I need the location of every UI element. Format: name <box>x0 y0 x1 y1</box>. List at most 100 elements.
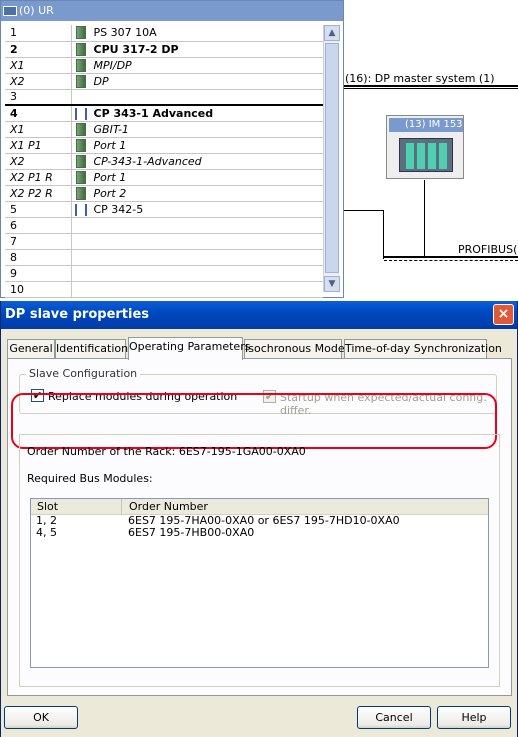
help-button[interactable]: Help <box>437 706 511 729</box>
bus-modules-table[interactable]: Slot Order Number 1, 2 6ES7 195-7HA00-0X… <box>30 498 489 668</box>
rack-slot-table: 1 PS 307 10A 2 CPU 317-2 DP X1 MPI/DP X2 DP 3 4 CP… <box>5 25 323 298</box>
rack-module-name: CPU 317-2 DP <box>93 42 179 56</box>
rack-module-name: DP <box>93 74 109 88</box>
rack-module-cell[interactable]: Port 1 <box>71 137 323 154</box>
rack-slot-row[interactable]: 8 <box>5 249 323 266</box>
scroll-down-icon[interactable]: ▼ <box>324 276 340 292</box>
rack-slot-row[interactable]: X2 P1 R Port 1 <box>5 169 323 186</box>
rack-module-name: CP 343-1 Advanced <box>93 106 214 120</box>
rack-module-cell[interactable] <box>71 249 323 266</box>
rack-window-title: (0) UR <box>19 4 54 17</box>
scrollbar-thumb[interactable] <box>325 43 339 273</box>
rack-module-cell[interactable]: CPU 317-2 DP <box>71 41 323 58</box>
tab-general[interactable]: General <box>7 339 55 359</box>
rack-module-cell[interactable] <box>71 233 323 250</box>
rack-module-cell[interactable]: Port 1 <box>71 169 323 186</box>
rack-slot-row[interactable]: 2 CPU 317-2 DP <box>5 41 323 58</box>
column-divider[interactable] <box>121 499 122 515</box>
rack-slot-number: 2 <box>5 41 72 58</box>
dp-slave-properties-dialog: DP slave properties × General Identifica… <box>0 301 518 737</box>
rack-slot-number: X2 P1 R <box>5 169 72 186</box>
table-row[interactable]: 1, 2 6ES7 195-7HA00-0XA0 or 6ES7 195-7HD… <box>31 515 488 527</box>
rack-module-cell[interactable] <box>71 89 323 106</box>
rack-module-cell[interactable] <box>71 281 323 298</box>
rack-slot-row[interactable]: X2 P2 R Port 2 <box>5 185 323 202</box>
rack-slot-number: 9 <box>5 265 72 282</box>
dialog-title: DP slave properties <box>5 307 150 322</box>
rack-slot-number: X2 P2 R <box>5 185 72 202</box>
tab-time-of-day-synchronization-label: Time-of-day Synchronization <box>345 342 502 355</box>
cancel-button[interactable]: Cancel <box>357 706 431 729</box>
cancel-button-label: Cancel <box>375 711 413 724</box>
rack-window-titlebar[interactable]: (0) UR <box>1 1 343 21</box>
module-icon <box>75 58 86 72</box>
im153-device-icon <box>399 138 453 172</box>
rack-module-name: CP-343-1-Advanced <box>93 154 202 168</box>
rack-module-name: CP 342-5 <box>93 202 144 216</box>
row-order-number: 6ES7 195-7HB00-0XA0 <box>128 526 255 539</box>
tab-identification-label: Identification <box>56 342 129 355</box>
im153-title: (13) IM 153 <box>389 118 463 132</box>
rack-slot-row[interactable]: X1 MPI/DP <box>5 57 323 74</box>
rack-module-cell[interactable]: CP 342-5 <box>71 201 323 218</box>
rack-slot-row[interactable]: X2 DP <box>5 73 323 90</box>
hw-config-view: (0) UR 1 PS 307 10A 2 CPU 317-2 DP X1 MPI/DP X… <box>0 0 518 300</box>
tab-operating-parameters[interactable]: Operating Parameters <box>128 337 250 360</box>
rack-module-cell[interactable]: CP 343-1 Advanced <box>71 105 323 122</box>
rack-module-name: Port 1 <box>93 138 127 152</box>
rack-slot-number: X2 <box>5 73 72 90</box>
rack-module-name: GBIT-1 <box>93 122 129 136</box>
rack-window: (0) UR 1 PS 307 10A 2 CPU 317-2 DP X1 MPI/DP X… <box>0 0 344 298</box>
profibus-label[interactable]: PROFIBUS( <box>458 243 517 256</box>
rack-scrollbar[interactable]: ▲ ▼ <box>323 25 340 292</box>
scroll-up-icon[interactable]: ▲ <box>324 25 340 41</box>
rack-module-name: MPI/DP <box>93 58 132 72</box>
dialog-titlebar[interactable]: DP slave properties <box>1 301 517 329</box>
network-icon <box>74 108 87 120</box>
rack-module-cell[interactable]: CP-343-1-Advanced <box>71 153 323 170</box>
rack-slot-row[interactable]: 5 CP 342-5 <box>5 201 323 218</box>
rack-slot-number: 10 <box>5 281 72 298</box>
rack-module-name: Port 2 <box>93 186 127 200</box>
rack-slot-row[interactable]: 3 <box>5 89 323 106</box>
rack-slot-row[interactable]: X2 CP-343-1-Advanced <box>5 153 323 170</box>
profibus-line[interactable] <box>384 256 518 261</box>
tab-identification[interactable]: Identification <box>55 339 129 359</box>
rack-info-group: Order Number of the Rack: 6ES7-195-1GA00… <box>19 434 500 687</box>
rack-module-cell[interactable]: MPI/DP <box>71 57 323 74</box>
rack-module-cell[interactable] <box>71 265 323 282</box>
rack-slot-number: X1 <box>5 121 72 138</box>
tab-operating-parameters-label: Operating Parameters <box>129 340 251 353</box>
module-icon <box>75 154 86 168</box>
ok-button[interactable]: OK <box>4 706 78 729</box>
column-header-order-number[interactable]: Order Number <box>129 500 208 513</box>
rack-module-cell[interactable]: Port 2 <box>71 185 323 202</box>
column-header-slot[interactable]: Slot <box>37 500 58 513</box>
rack-slot-number: X2 <box>5 153 72 170</box>
rack-slot-row[interactable]: 9 <box>5 265 323 282</box>
close-button[interactable]: × <box>493 304 514 325</box>
rack-order-number: Order Number of the Rack: 6ES7-195-1GA00… <box>27 445 306 458</box>
table-row[interactable]: 4, 5 6ES7 195-7HB00-0XA0 <box>31 527 488 539</box>
tab-time-of-day-synchronization[interactable]: Time-of-day Synchronization <box>344 339 502 359</box>
rack-slot-row[interactable]: 10 <box>5 281 323 298</box>
rack-slot-row[interactable]: X1 GBIT-1 <box>5 121 323 138</box>
rack-module-cell[interactable]: PS 307 10A <box>71 25 323 42</box>
rack-module-cell[interactable]: DP <box>71 73 323 90</box>
module-icon <box>75 186 86 200</box>
rack-slot-row[interactable]: X1 P1 Port 1 <box>5 137 323 154</box>
dp-master-system-label[interactable]: (16): DP master system (1) <box>345 72 495 85</box>
rack-slot-number: 6 <box>5 217 72 234</box>
tab-general-label: General <box>9 342 53 355</box>
rack-slot-row[interactable]: 6 <box>5 217 323 234</box>
dp-master-system-line[interactable] <box>344 85 518 89</box>
rack-slot-number: 4 <box>5 105 72 122</box>
rack-slot-row[interactable]: 4 CP 343-1 Advanced <box>5 105 323 122</box>
rack-slot-row[interactable]: 1 PS 307 10A <box>5 25 323 42</box>
rack-slot-number: 5 <box>5 201 72 218</box>
tab-isochronous-mode[interactable]: Isochronous Mode <box>244 339 345 359</box>
im153-station[interactable]: (13) IM 153 <box>386 115 464 179</box>
rack-module-cell[interactable]: GBIT-1 <box>71 121 323 138</box>
rack-module-cell[interactable] <box>71 217 323 234</box>
rack-slot-row[interactable]: 7 <box>5 233 323 250</box>
